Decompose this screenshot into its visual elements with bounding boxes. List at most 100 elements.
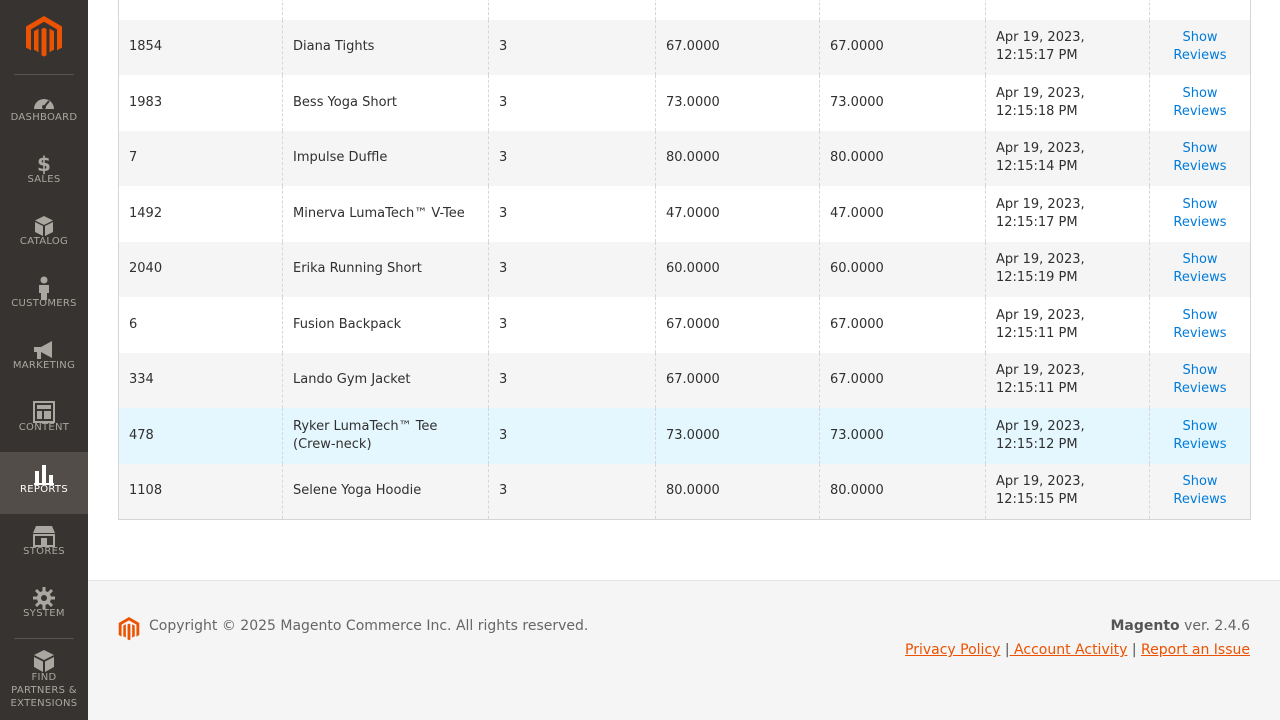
- show-reviews-link[interactable]: Show Reviews: [1173, 252, 1226, 285]
- price-cell: 80.0000: [655, 130, 820, 186]
- version-number: ver. 2.4.6: [1184, 618, 1250, 634]
- box-icon: [0, 214, 88, 238]
- product-id-cell: 1108: [118, 463, 283, 520]
- total-cell: 73.0000: [819, 408, 986, 464]
- svg-text:$: $: [37, 153, 51, 175]
- sidebar-item-catalog[interactable]: CATALOG: [0, 204, 88, 266]
- total-cell: 67.0000: [819, 297, 986, 353]
- show-reviews-link[interactable]: Show Reviews: [1173, 308, 1226, 341]
- product-id-cell: 1983: [118, 75, 283, 131]
- product-id-cell: 478: [118, 408, 283, 464]
- show-reviews-link[interactable]: Show Reviews: [1173, 474, 1226, 507]
- magento-logo-icon[interactable]: [26, 16, 62, 58]
- sidebar-item-label: STORES: [23, 546, 65, 557]
- total-cell: [819, 0, 986, 20]
- table-row[interactable]: 1108 Selene Yoga Hoodie 3 80.0000 80.0000 Apr…: [118, 463, 1251, 520]
- show-reviews-link[interactable]: Show Reviews: [1173, 30, 1226, 63]
- show-reviews-link: Show Reviews: [1149, 130, 1251, 186]
- table-row[interactable]: 1854 Diana Tights 3 67.0000 67.0000 Apr 19, 2…: [118, 19, 1251, 75]
- person-icon: [0, 276, 88, 300]
- show-reviews-link[interactable]: Show Reviews: [1173, 141, 1226, 174]
- sidebar-item-find-partners[interactable]: FIND PARTNERS & EXTENSIONS: [0, 639, 88, 720]
- link-separator: |: [1131, 642, 1137, 658]
- quantity-cell: 3: [488, 463, 656, 520]
- product-name-cell: Bess Yoga Short: [282, 75, 489, 131]
- date-cell: Apr 19, 2023, 12:15:11 PM: [985, 297, 1150, 353]
- product-name-cell: Lando Gym Jacket: [282, 352, 489, 408]
- quantity-cell: 3: [488, 130, 656, 186]
- table-row[interactable]: 1983 Bess Yoga Short 3 73.0000 73.0000 Apr 19…: [118, 75, 1251, 131]
- quantity-cell: 3: [488, 352, 656, 408]
- privacy-policy-link[interactable]: Privacy Policy: [905, 642, 1000, 658]
- sidebar-item-label: MARKETING: [12, 360, 76, 371]
- price-cell: [655, 0, 820, 20]
- sidebar-item-label: CUSTOMERS: [11, 298, 77, 309]
- table-row[interactable]: 334 Lando Gym Jacket 3 67.0000 67.0000 Apr 19…: [118, 352, 1251, 408]
- brand-name: Magento: [1110, 618, 1180, 634]
- sidebar-item-reports[interactable]: REPORTS: [0, 452, 88, 514]
- sidebar-item-content[interactable]: CONTENT: [0, 390, 88, 452]
- gear-icon: [0, 586, 88, 610]
- sidebar-item-label: FIND PARTNERS & EXTENSIONS: [10, 672, 78, 709]
- report-grid: PMReviews1854Diana Tights367.000067.0000…: [118, 0, 1251, 520]
- sidebar-item-label: CONTENT: [18, 422, 70, 433]
- show-reviews-link[interactable]: Show Reviews: [1173, 86, 1226, 119]
- price-cell: 73.0000: [655, 408, 820, 464]
- show-reviews-link[interactable]: Show Reviews: [1173, 197, 1226, 230]
- sidebar-item-label: SYSTEM: [23, 608, 65, 619]
- product-id-cell: 7: [118, 130, 283, 186]
- magento-logo-icon: [118, 617, 140, 641]
- show-reviews-link: Show Reviews: [1149, 19, 1251, 75]
- quantity-cell: 3: [488, 186, 656, 242]
- show-reviews-link[interactable]: Show Reviews: [1173, 419, 1226, 452]
- quantity-cell: 3: [488, 297, 656, 353]
- show-reviews-link: Show Reviews: [1149, 352, 1251, 408]
- date-cell: Apr 19, 2023, 12:15:15 PM: [985, 463, 1150, 520]
- table-row[interactable]: 1492 Minerva LumaTech™ V-Tee 3 47.0000 47.00…: [118, 186, 1251, 242]
- sidebar-item-sales[interactable]: $ SALES: [0, 142, 88, 204]
- total-cell: 47.0000: [819, 186, 986, 242]
- table-row[interactable]: 6 Fusion Backpack 3 67.0000 67.0000 Apr 19, 2…: [118, 297, 1251, 353]
- megaphone-icon: [0, 338, 88, 362]
- sidebar-item-dashboard[interactable]: DASHBOARD: [0, 80, 88, 142]
- sidebar-item-stores[interactable]: STORES: [0, 514, 88, 576]
- date-cell: Apr 19, 2023, 12:15:17 PM: [985, 19, 1150, 75]
- date-cell: Apr 19, 2023, 12:15:14 PM: [985, 130, 1150, 186]
- admin-sidebar: DASHBOARD $ SALES CATALOG CUSTOMERS MARK…: [0, 0, 88, 720]
- price-cell: 73.0000: [655, 75, 820, 131]
- product-name-cell: Selene Yoga Hoodie: [282, 463, 489, 520]
- show-reviews-link[interactable]: Show Reviews: [1173, 363, 1226, 396]
- product-name-cell: [282, 0, 489, 20]
- price-cell: 60.0000: [655, 241, 820, 297]
- price-cell: 67.0000: [655, 19, 820, 75]
- date-cell: Apr 19, 2023, 12:15:18 PM: [985, 75, 1150, 131]
- total-cell: 60.0000: [819, 241, 986, 297]
- sidebar-item-customers[interactable]: CUSTOMERS: [0, 266, 88, 328]
- product-id-cell: 334: [118, 352, 283, 408]
- table-body: PMReviews1854Diana Tights367.000067.0000…: [118, 0, 1251, 520]
- product-id-cell: 1854: [118, 19, 283, 75]
- table-row[interactable]: PMReviews: [118, 0, 1251, 20]
- sidebar-item-label: DASHBOARD: [10, 112, 78, 123]
- footer-links: Privacy Policy | Account Activity | Repo…: [905, 642, 1250, 658]
- account-activity-link[interactable]: Account Activity: [1010, 642, 1127, 658]
- quantity-cell: 3: [488, 241, 656, 297]
- date-cell: Apr 19, 2023, 12:15:17 PM: [985, 186, 1150, 242]
- product-name-cell: Ryker LumaTech™ Tee (Crew-neck): [282, 408, 489, 464]
- quantity-cell: 3: [488, 75, 656, 131]
- quantity-cell: 3: [488, 408, 656, 464]
- table-row[interactable]: 7 Impulse Duffle 3 80.0000 80.0000 Apr 19, 20…: [118, 130, 1251, 186]
- copyright-text: Copyright © 2025 Magento Commerce Inc. A…: [149, 618, 589, 634]
- sidebar-item-system[interactable]: SYSTEM: [0, 576, 88, 638]
- total-cell: 80.0000: [819, 463, 986, 520]
- total-cell: 67.0000: [819, 19, 986, 75]
- price-cell: 67.0000: [655, 297, 820, 353]
- product-id-cell: 6: [118, 297, 283, 353]
- report-issue-link[interactable]: Report an Issue: [1141, 642, 1250, 658]
- cubes-icon: [0, 649, 88, 673]
- show-reviews-link: Show Reviews: [1149, 408, 1251, 464]
- table-row[interactable]: 478 Ryker LumaTech™ Tee (Crew-neck) 3 73.00…: [118, 408, 1251, 464]
- sidebar-item-marketing[interactable]: MARKETING: [0, 328, 88, 390]
- table-row[interactable]: 2040 Erika Running Short 3 60.0000 60.0000 Ap…: [118, 241, 1251, 297]
- sidebar-menu: DASHBOARD $ SALES CATALOG CUSTOMERS MARK…: [0, 80, 88, 720]
